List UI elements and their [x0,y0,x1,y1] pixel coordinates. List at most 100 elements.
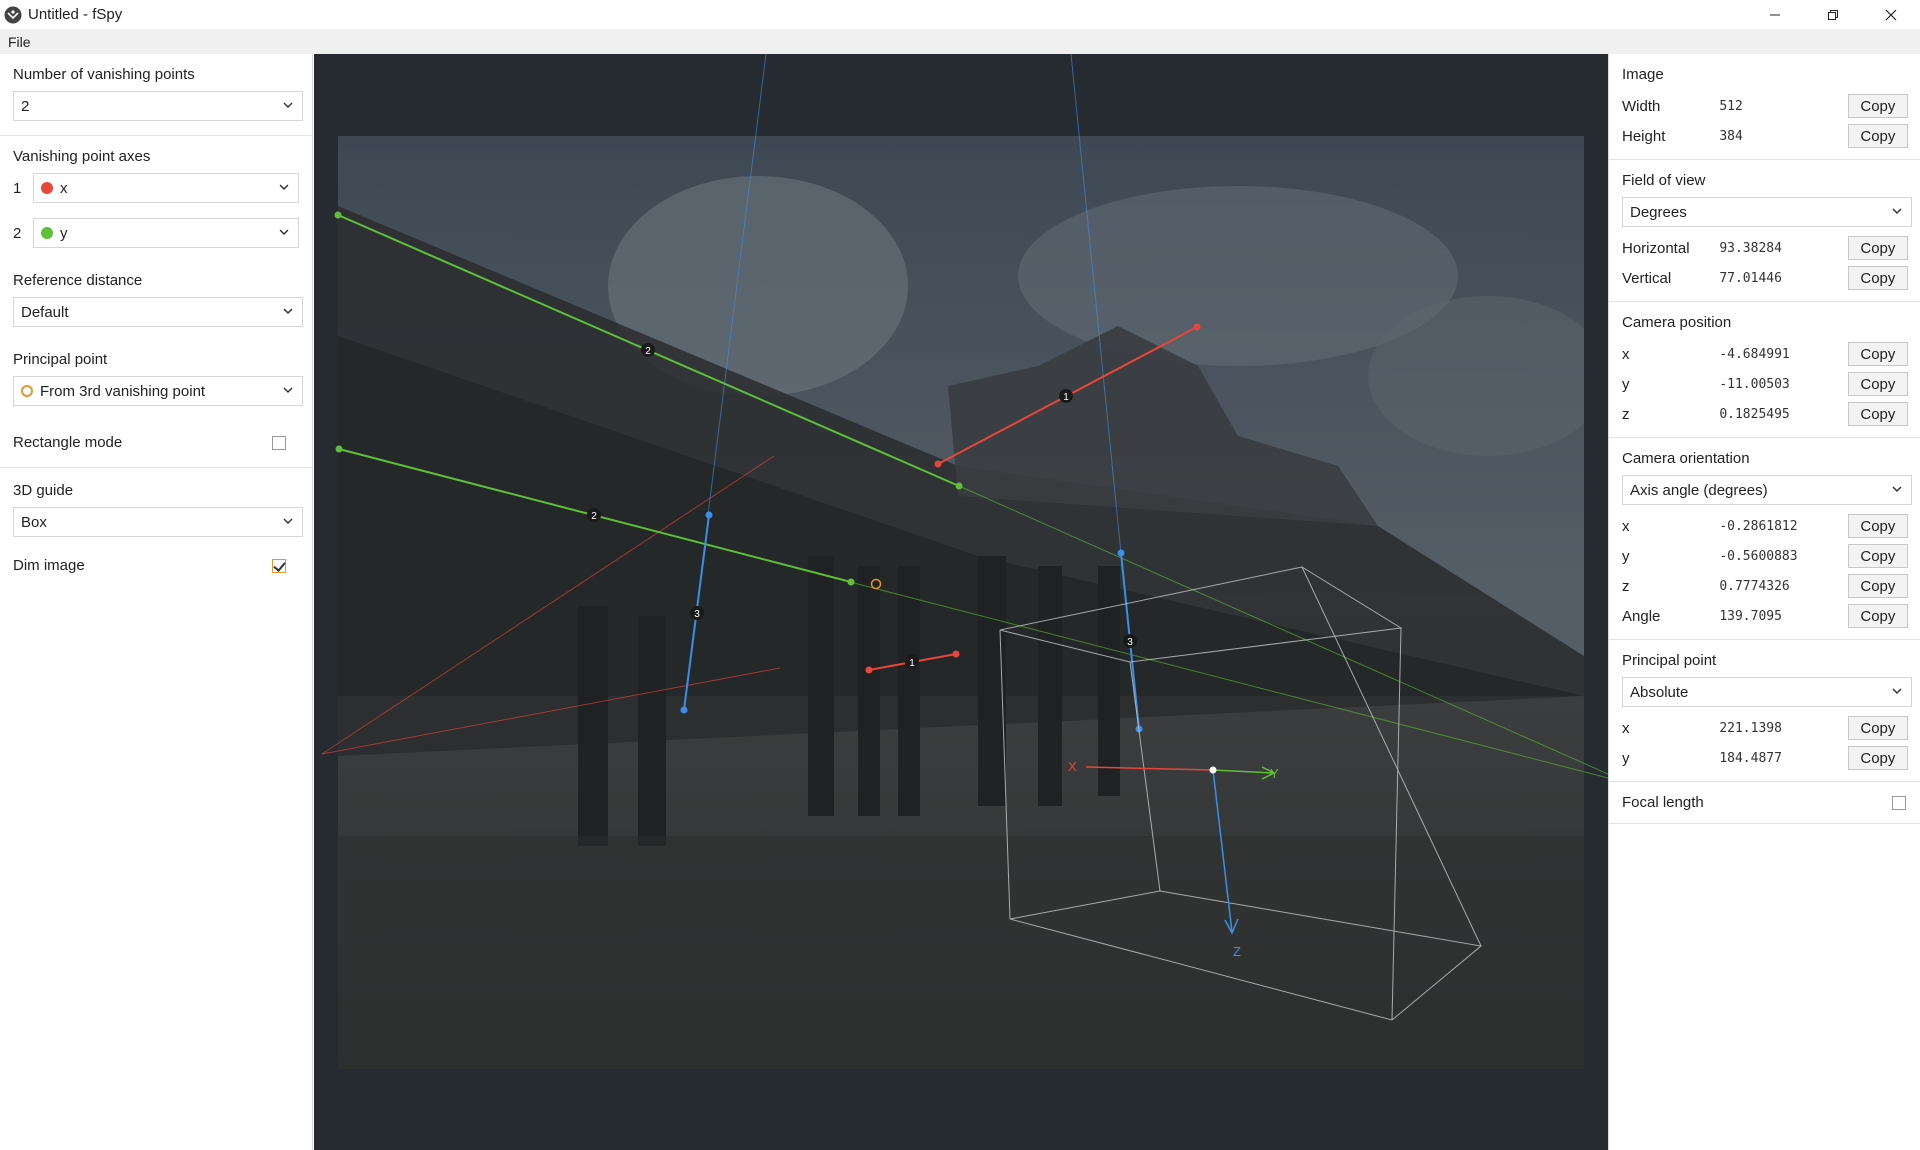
restore-button[interactable] [1804,0,1862,29]
vp3-z-segments [683,514,1140,730]
minimize-icon [1770,14,1780,15]
principal-point-select[interactable]: From 3rd vanishing point [13,376,303,406]
results-panel: Image Width 512 Copy Height 384 Copy Fie… [1608,54,1920,1150]
window-controls [1746,0,1920,29]
copy-position-x-button[interactable]: Copy [1847,342,1908,366]
orientation-y-value: -0.5600883 [1719,548,1798,564]
vertical-value: 77.01446 [1719,270,1782,286]
copy-position-y-button[interactable]: Copy [1847,372,1908,396]
copy-orientation-z-button[interactable]: Copy [1847,574,1908,598]
label-2b: 2 [591,511,597,522]
chevron-down-icon [279,229,289,236]
rectangle-mode-checkbox[interactable] [272,435,286,450]
copy-angle-button[interactable]: Copy [1847,604,1908,628]
vp1-axis-value: x [60,179,68,197]
vanishing-points-section: Number of vanishing points 2 [0,54,312,136]
orientation-x-row: x -0.2861812 Copy [1622,511,1908,541]
principal-point-value: From 3rd vanishing point [40,382,206,400]
window-title: Untitled - fSpy [28,6,123,23]
horizontal-label: Horizontal [1622,239,1690,257]
copy-width-button[interactable]: Copy [1847,94,1908,118]
minimize-button[interactable] [1746,0,1804,29]
label-3a: 3 [694,609,700,620]
image-viewport[interactable]: 1 1 2 2 3 3 X Y Z [314,54,1608,1150]
dim-image-row: Dim image [13,557,300,574]
guide-select[interactable]: Box [13,507,303,537]
rectangle-mode-label: Rectangle mode [13,434,123,451]
angle-label: Angle [1622,607,1661,625]
copy-height-button[interactable]: Copy [1847,124,1908,148]
reference-distance-section: Reference distance Default [0,254,312,333]
orientation-y-label: y [1622,547,1630,565]
position-z-value: 0.1825495 [1719,406,1790,422]
focal-length-row: Focal length [1622,794,1908,811]
close-button[interactable] [1862,0,1920,29]
origin-handle[interactable] [1209,766,1217,774]
copy-pp-x-button[interactable]: Copy [1847,716,1908,740]
principal-point-mode-select[interactable]: Absolute [1622,677,1912,707]
close-icon [1885,9,1897,20]
label-2a: 2 [645,346,651,357]
chevron-down-icon [1892,688,1902,695]
position-z-label: z [1622,405,1630,423]
copy-horizontal-button[interactable]: Copy [1847,236,1908,260]
orientation-y-row: y -0.5600883 Copy [1622,541,1908,571]
pp-y-value: 184.4877 [1719,750,1782,766]
vp1-x-segments [868,326,1198,671]
principal-point-ring-icon [21,385,33,397]
num-vp-value: 2 [21,97,30,115]
guide-value: Box [21,513,47,531]
camera-position-y-row: y -11.00503 Copy [1622,369,1908,399]
pp-x-label: x [1622,719,1630,737]
origin-axes: X Y Z [1068,759,1279,959]
guide-label: 3D guide [13,482,74,499]
camera-orientation-title: Camera orientation [1622,450,1750,467]
vp-axes-label: Vanishing point axes [13,148,151,165]
ref-distance-select[interactable]: Default [13,297,303,327]
fov-title: Field of view [1622,172,1706,189]
orientation-z-value: 0.7774326 [1719,578,1790,594]
num-vp-label: Number of vanishing points [13,66,195,83]
focal-length-label: Focal length [1622,794,1704,811]
image-title: Image [1622,66,1664,83]
rectangle-mode-row: Rectangle mode [13,434,300,451]
copy-pp-y-button[interactable]: Copy [1847,746,1908,770]
principal-point-x-row: x 221.1398 Copy [1622,713,1908,743]
principal-point-marker[interactable] [870,578,882,590]
copy-orientation-x-button[interactable]: Copy [1847,514,1908,538]
vp2-axis-select[interactable]: y [33,218,299,248]
orientation-mode-value: Axis angle (degrees) [1630,481,1768,499]
position-y-value: -11.00503 [1719,376,1790,392]
position-y-label: y [1622,375,1630,393]
camera-orientation-section: Camera orientation Axis angle (degrees) … [1609,438,1920,640]
menu-file[interactable]: File [0,34,39,50]
chevron-down-icon [283,102,293,109]
orientation-mode-select[interactable]: Axis angle (degrees) [1622,475,1912,505]
copy-orientation-y-button[interactable]: Copy [1847,544,1908,568]
restore-icon [1828,9,1838,20]
vp1-axis-select[interactable]: x [33,173,299,203]
orientation-angle-row: Angle 139.7095 Copy [1622,601,1908,631]
pp-y-label: y [1622,749,1630,767]
focal-length-section: Focal length [1609,782,1920,824]
focal-length-checkbox[interactable] [1892,795,1906,810]
ref-distance-value: Default [21,303,69,321]
copy-vertical-button[interactable]: Copy [1847,266,1908,290]
image-width-row: Width 512 Copy [1622,91,1908,121]
axis-label-y: Y [1270,766,1279,781]
menu-bar: File [0,29,1920,54]
fov-horizontal-row: Horizontal 93.38284 Copy [1622,233,1908,263]
fov-unit-select[interactable]: Degrees [1622,197,1912,227]
green-dot-icon [41,227,53,239]
control-overlay: 1 1 2 2 3 3 X Y Z [321,54,1608,1021]
segment-labels: 1 1 2 2 3 3 [587,343,1137,669]
dim-image-label: Dim image [13,557,85,574]
height-value: 384 [1719,128,1743,144]
vanishing-lines [321,54,1608,779]
width-label: Width [1622,97,1661,115]
dim-image-checkbox[interactable] [272,558,286,573]
camera-position-x-row: x -4.684991 Copy [1622,339,1908,369]
copy-position-z-button[interactable]: Copy [1847,402,1908,426]
control-handles[interactable] [334,211,1201,733]
num-vp-select[interactable]: 2 [13,91,303,121]
